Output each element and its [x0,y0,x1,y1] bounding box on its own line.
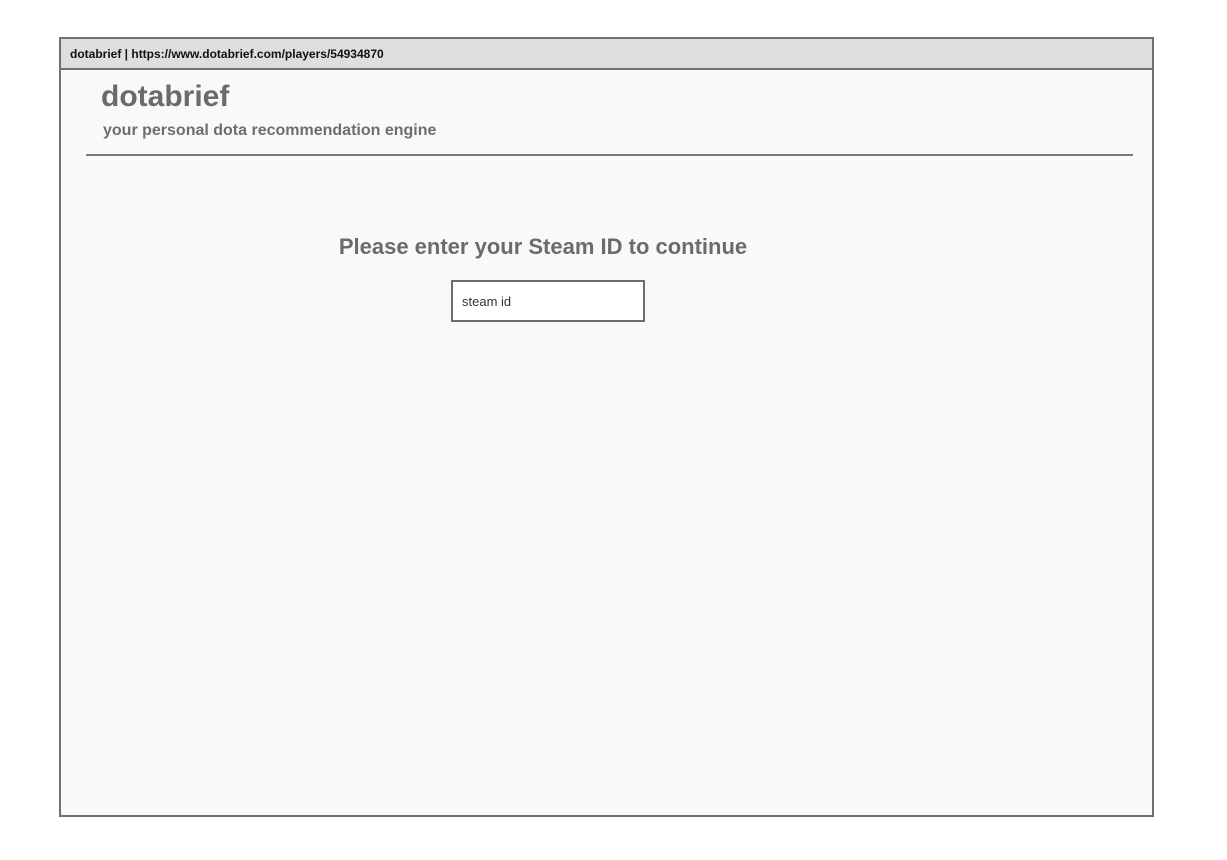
window-title-bar: dotabrief | https://www.dotabrief.com/pl… [61,39,1152,70]
steam-id-input[interactable] [451,280,645,322]
brand-logo-text[interactable]: dotabrief [101,82,229,112]
site-header: dotabrief your personal dota recommendat… [86,70,1133,156]
steam-id-prompt: Please enter your Steam ID to continue [338,234,748,259]
browser-window: dotabrief | https://www.dotabrief.com/pl… [59,37,1154,817]
window-title: dotabrief | https://www.dotabrief.com/pl… [70,46,384,61]
site-tagline: your personal dota recommendation engine [103,122,437,139]
